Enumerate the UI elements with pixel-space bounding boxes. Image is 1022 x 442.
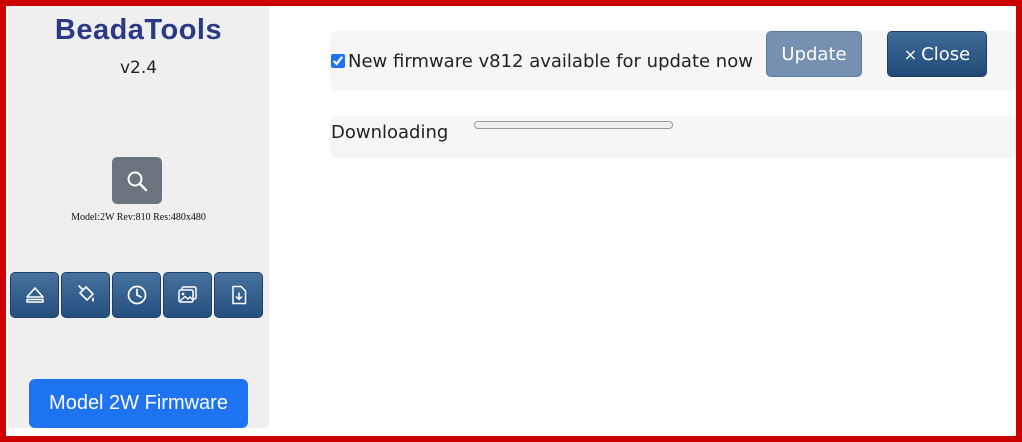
images-button[interactable]	[163, 272, 212, 318]
file-download-icon	[231, 285, 246, 305]
eject-button[interactable]	[10, 272, 59, 318]
download-label: Downloading	[331, 122, 449, 143]
close-label: Close	[921, 43, 971, 65]
close-icon: ×	[903, 44, 918, 64]
tool-toolbar	[10, 272, 268, 320]
clock-button[interactable]	[112, 272, 161, 318]
firmware-update-panel: New firmware v812 available for update n…	[330, 31, 1016, 91]
search-icon	[127, 171, 148, 191]
update-message: New firmware v812 available for update n…	[348, 51, 753, 72]
download-progress-bar	[474, 121, 673, 129]
close-button[interactable]: × Close	[887, 31, 987, 77]
app-title: BeadaTools	[54, 14, 223, 46]
update-button[interactable]: Update	[766, 31, 862, 77]
clock-icon	[127, 285, 146, 305]
paint-bucket-icon	[77, 285, 94, 302]
app-frame: BeadaTools v2.4 Model:2W Rev:810 Res:480…	[6, 6, 1016, 436]
file-download-button[interactable]	[214, 272, 263, 318]
firmware-button[interactable]: Model 2W Firmware	[29, 379, 248, 428]
search-button[interactable]	[112, 157, 162, 204]
update-checkbox[interactable]	[331, 54, 345, 68]
sidebar: BeadaTools v2.4 Model:2W Rev:810 Res:480…	[8, 6, 269, 428]
app-version: v2.4	[119, 58, 158, 78]
paint-bucket-button[interactable]	[61, 272, 110, 318]
download-panel: Downloading	[330, 116, 1016, 158]
eject-icon	[25, 287, 44, 303]
images-icon	[177, 286, 197, 303]
device-info: Model:2W Rev:810 Res:480x480	[71, 212, 206, 223]
